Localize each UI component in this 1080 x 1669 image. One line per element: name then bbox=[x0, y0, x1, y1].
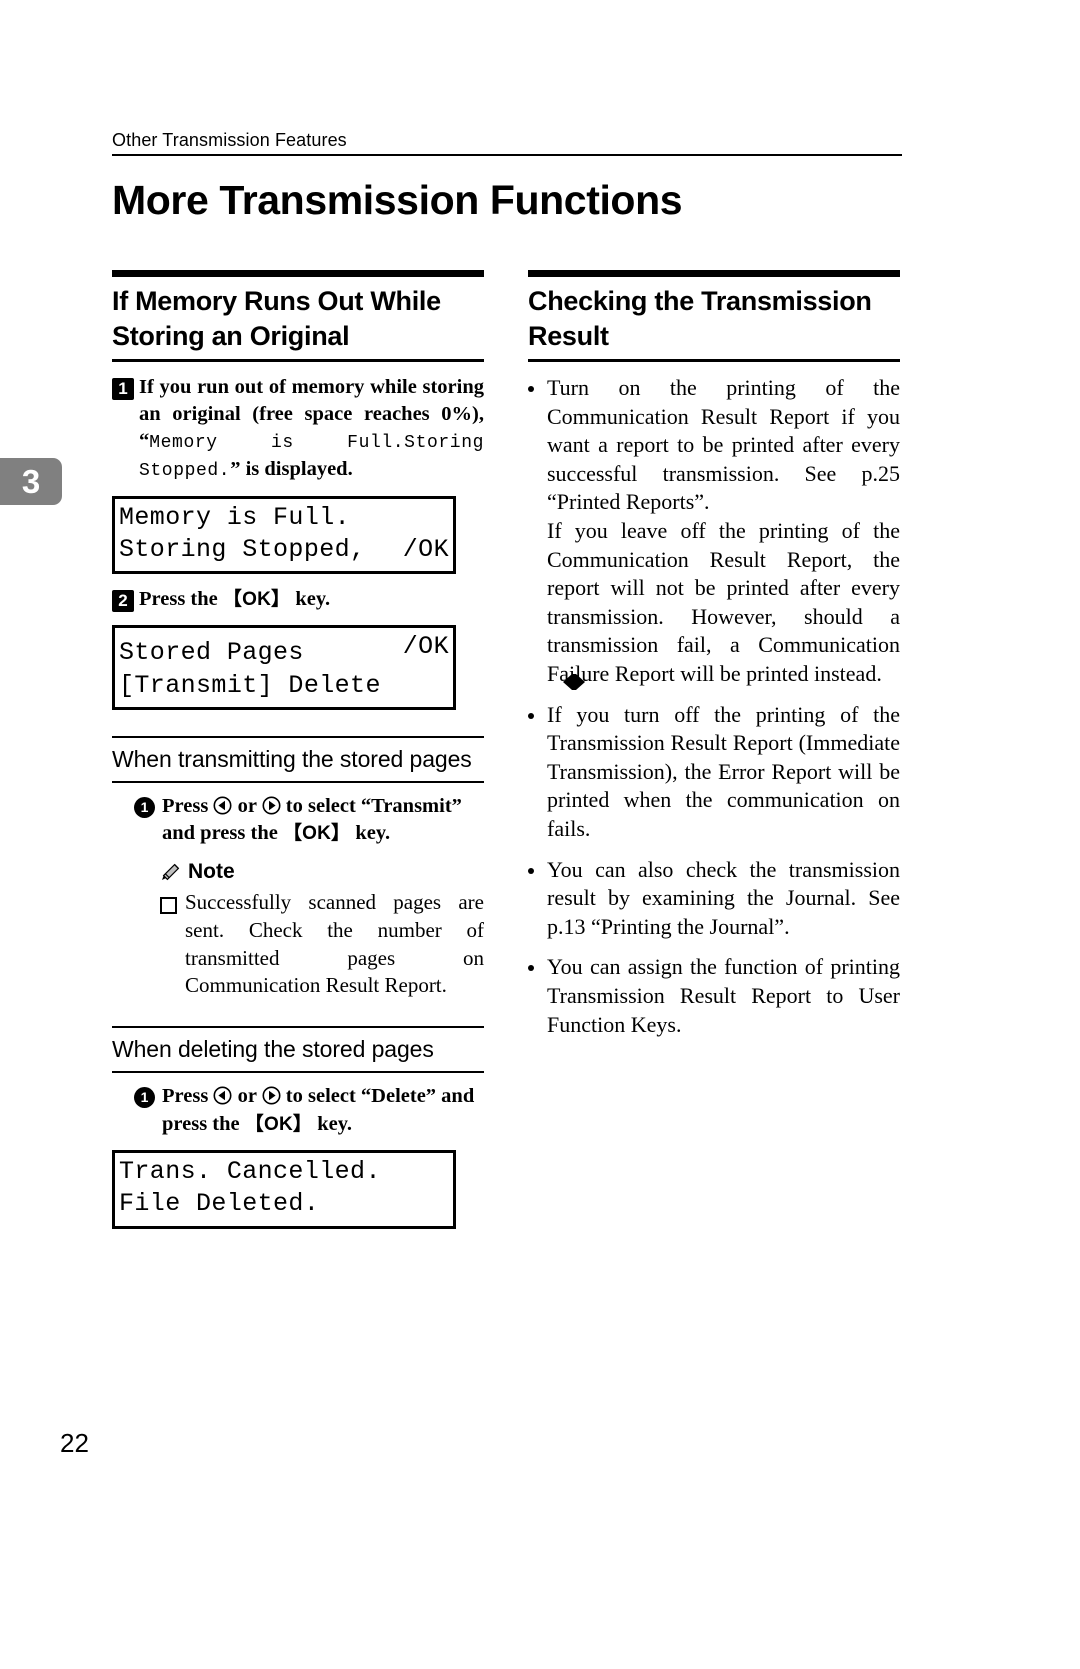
substep-delete: 1 Press or to select “Delete” and press … bbox=[112, 1083, 484, 1138]
note-label: Note bbox=[188, 859, 235, 883]
lcd-line-right-group: /OK bbox=[376, 631, 585, 690]
step-2-text: Press the 【OK】 key. bbox=[139, 586, 484, 613]
step-1: 1 If you run out of memory while storing… bbox=[112, 374, 484, 484]
section-rule-top bbox=[528, 270, 900, 277]
page-title: More Transmission Functions bbox=[112, 177, 683, 223]
bullet-text: Turn on the printing of the Communicatio… bbox=[547, 375, 900, 687]
document-page: Other Transmission Features 3 More Trans… bbox=[0, 0, 1080, 1669]
bullet-text: You can assign the function of printing … bbox=[547, 954, 900, 1037]
note-bullet-square-icon bbox=[160, 896, 177, 914]
circled-left-arrow-icon bbox=[213, 796, 232, 815]
running-header: Other Transmission Features bbox=[112, 130, 902, 156]
lcd-line-left: Storing Stopped, bbox=[119, 534, 366, 564]
lcd-line-left: Trans. Cancelled. bbox=[119, 1157, 381, 1187]
list-item: You can also check the transmission resu… bbox=[528, 856, 900, 942]
substep-text-after: key. bbox=[312, 1112, 352, 1135]
pencil-icon bbox=[160, 862, 182, 882]
substep-transmit-text: Press or to select “Transmit” and press … bbox=[162, 793, 484, 848]
bullet-dot-icon bbox=[528, 965, 534, 972]
lcd-line-right: /OK bbox=[402, 534, 449, 564]
substep-transmit: 1 Press or to select “Transmit” and pres… bbox=[112, 793, 484, 848]
subheading-rule-top bbox=[112, 1026, 484, 1029]
section-rule-top bbox=[112, 270, 484, 277]
bullet-list: Turn on the printing of the Communicatio… bbox=[528, 374, 900, 1039]
subheading-transmitting-text: When transmitting the stored pages bbox=[112, 745, 472, 772]
substep-delete-text: Press or to select “Delete” and press th… bbox=[162, 1083, 484, 1138]
step-2: 2 Press the 【OK】 key. bbox=[112, 586, 484, 613]
substep-text-after: key. bbox=[350, 822, 391, 845]
running-header-rule bbox=[112, 154, 902, 156]
list-item: Turn on the printing of the Communicatio… bbox=[528, 374, 900, 689]
right-column: Checking the Transmission Result Turn on… bbox=[528, 270, 900, 1051]
lcd-panel-trans-cancelled: Trans. Cancelled. File Deleted. bbox=[112, 1150, 456, 1229]
bullet-dot-icon bbox=[528, 386, 534, 393]
list-item: If you turn off the printing of the Tran… bbox=[528, 701, 900, 844]
lcd-line: File Deleted. bbox=[119, 1188, 449, 1220]
lcd-line: Trans. Cancelled. bbox=[119, 1156, 449, 1188]
circled-left-arrow-icon bbox=[213, 1086, 232, 1105]
lcd-panel-memory-full: Memory is Full. Storing Stopped, /OK bbox=[112, 495, 456, 575]
chapter-tab: 3 bbox=[0, 458, 62, 505]
ok-key-label: 【OK】 bbox=[222, 589, 291, 611]
circled-right-arrow-icon bbox=[262, 1086, 281, 1105]
subheading-rule-bottom bbox=[112, 1071, 484, 1074]
step-1-text-part2: ” is displayed. bbox=[230, 457, 353, 480]
substep-text-before: Press bbox=[162, 1085, 214, 1108]
substep-text-mid1: or bbox=[232, 794, 262, 817]
substep-number-badge: 1 bbox=[134, 796, 155, 818]
page-number: 22 bbox=[60, 1428, 89, 1458]
section-heading-checking: Checking the Transmission Result bbox=[528, 270, 900, 363]
bullet-dot-icon bbox=[528, 712, 534, 719]
note-item-text: Successfully scanned pages are sent. Che… bbox=[185, 889, 484, 998]
lcd-line-left: [Transmit] Delete bbox=[119, 670, 381, 700]
lcd-line-left: Memory is Full. bbox=[119, 502, 351, 532]
left-right-arrows-icon bbox=[376, 637, 585, 690]
substep-text-before: Press bbox=[162, 794, 214, 817]
section-heading-text: If Memory Runs Out While Storing an Orig… bbox=[112, 286, 441, 351]
subheading-rule-bottom bbox=[112, 780, 484, 783]
lcd-line: Storing Stopped, /OK bbox=[119, 534, 449, 566]
ok-key-label: 【OK】 bbox=[282, 823, 351, 845]
left-column: If Memory Runs Out While Storing an Orig… bbox=[112, 270, 585, 1229]
list-item: You can assign the function of printing … bbox=[528, 953, 900, 1039]
lcd-line: Stored Pages /OK bbox=[119, 631, 585, 690]
lcd-line: Memory is Full. bbox=[119, 502, 449, 534]
note-item: Successfully scanned pages are sent. Che… bbox=[160, 889, 484, 1001]
step-1-text: If you run out of memory while storing a… bbox=[139, 374, 484, 484]
running-header-text: Other Transmission Features bbox=[112, 130, 347, 150]
section-heading-memory: If Memory Runs Out While Storing an Orig… bbox=[112, 270, 484, 363]
step-2-text-after: key. bbox=[290, 588, 331, 611]
step-number-badge: 2 bbox=[112, 590, 134, 613]
note-heading: Note bbox=[160, 860, 484, 884]
bullet-dot-icon bbox=[528, 867, 534, 874]
step-number-badge: 1 bbox=[112, 378, 134, 401]
subheading-rule-top bbox=[112, 735, 484, 738]
substep-number-badge: 1 bbox=[134, 1087, 155, 1109]
substep-text-mid1: or bbox=[232, 1085, 262, 1108]
bullet-text: You can also check the transmission resu… bbox=[547, 856, 900, 939]
circled-right-arrow-icon bbox=[262, 796, 281, 815]
note-block: Note Successfully scanned pages are sent… bbox=[112, 860, 484, 1001]
lcd-line-left: Stored Pages bbox=[119, 638, 304, 668]
bullet-text: If you turn off the printing of the Tran… bbox=[547, 701, 900, 841]
step-2-text-before: Press the bbox=[139, 588, 223, 611]
section-rule-bottom bbox=[112, 359, 484, 363]
lcd-panel-stored-pages: Stored Pages /OK [Transmit] Delete bbox=[112, 625, 585, 710]
subheading-transmitting: When transmitting the stored pages bbox=[112, 735, 484, 783]
section-heading-text: Checking the Transmission Result bbox=[528, 286, 872, 351]
lcd-line-left: File Deleted. bbox=[119, 1189, 320, 1219]
section-rule-bottom bbox=[528, 359, 900, 363]
subheading-deleting-text: When deleting the stored pages bbox=[112, 1036, 434, 1063]
lcd-line-right: /OK bbox=[402, 632, 449, 662]
ok-key-label: 【OK】 bbox=[244, 1113, 313, 1135]
subheading-deleting: When deleting the stored pages bbox=[112, 1026, 484, 1074]
